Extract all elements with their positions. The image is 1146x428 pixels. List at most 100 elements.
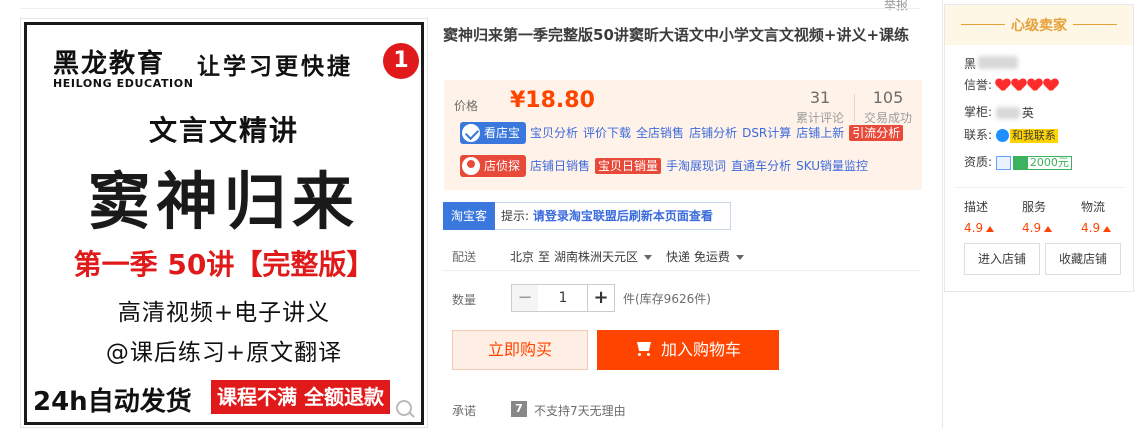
ship-method-select[interactable]: 快递 免运费 bbox=[666, 250, 754, 264]
zoom-icon[interactable] bbox=[396, 400, 412, 416]
tool-link[interactable]: 全店销售 bbox=[636, 126, 684, 140]
favorite-shop-button[interactable]: 收藏店铺 bbox=[1045, 243, 1121, 275]
ship-destination-select[interactable]: 湖南株洲天元区 bbox=[554, 250, 662, 264]
promise-text: 不支持7天无理由 bbox=[534, 404, 626, 418]
poster-delivery-note: 24h自动发货 bbox=[33, 387, 192, 417]
report-link[interactable]: 举报 bbox=[884, 0, 908, 13]
heart-icon bbox=[996, 79, 1010, 92]
stat-number: 31 bbox=[809, 88, 831, 107]
shipping-label: 配送 bbox=[452, 250, 477, 264]
add-to-cart-button[interactable]: 加入购物车 bbox=[597, 330, 779, 370]
product-page: 举报 黑龙教育 HEILONG EDUCATION 让学习更快捷 1 文言文精讲… bbox=[0, 0, 1146, 428]
score-description: 描述 4.9 bbox=[964, 198, 995, 235]
image-number-badge: 1 bbox=[383, 43, 419, 79]
poster-subtitle: 文言文精讲 bbox=[148, 114, 299, 147]
tool-link[interactable]: 宝贝分析 bbox=[530, 126, 578, 140]
keeper-row: 掌柜: 英 bbox=[964, 104, 1036, 120]
quantity-label: 数量 bbox=[452, 293, 477, 307]
keeper-name[interactable]: 英 bbox=[995, 106, 1036, 120]
blurred-keeper-name bbox=[995, 106, 1020, 119]
credit-row: 信誉: bbox=[964, 77, 1060, 93]
product-image[interactable]: 黑龙教育 HEILONG EDUCATION 让学习更快捷 1 文言文精讲 窦神… bbox=[24, 22, 424, 425]
stock-info: 件(库存9626件) bbox=[623, 292, 711, 306]
chevron-down-icon bbox=[644, 255, 653, 260]
chevron-down-icon bbox=[735, 255, 744, 260]
divider bbox=[955, 187, 1125, 188]
stat-divider bbox=[854, 94, 855, 122]
arrow-up-icon bbox=[986, 225, 995, 232]
quantity-input[interactable] bbox=[538, 284, 588, 312]
taobaoke-login-link[interactable]: 请登录淘宝联盟后刷新本页面查看 bbox=[533, 209, 713, 223]
brand-logo: 黑龙教育 HEILONG EDUCATION 让学习更快捷 1 bbox=[53, 43, 419, 95]
heart-icon bbox=[1028, 79, 1042, 92]
taobaoke-message: 提示: 请登录淘宝联盟后刷新本页面查看 bbox=[495, 202, 731, 230]
tool-link[interactable]: SKU销量监控 bbox=[796, 159, 868, 173]
blurred-shop-name bbox=[978, 56, 1018, 69]
daily-sales-link[interactable]: 宝贝日销量 bbox=[595, 158, 662, 174]
brand-slogan: 让学习更快捷 bbox=[197, 53, 353, 80]
diantan-badge[interactable]: 店侦探 bbox=[460, 155, 527, 177]
heart-icon bbox=[1044, 79, 1058, 92]
poster-refund-note: 课程不满 全额退款 bbox=[211, 380, 390, 414]
contact-row: 联系: 和我联系 bbox=[964, 127, 1058, 143]
buy-now-button[interactable]: 立即购买 bbox=[452, 330, 588, 370]
keeper-label: 掌柜: bbox=[964, 105, 993, 119]
qualification-row: 资质: 2000元 bbox=[964, 154, 1072, 170]
arrow-up-icon bbox=[1044, 225, 1053, 232]
price-value: ¥18.80 bbox=[510, 88, 595, 113]
taobaoke-badge[interactable]: 淘宝客 bbox=[443, 202, 495, 230]
ship-from: 北京 bbox=[510, 250, 535, 264]
tool-link[interactable]: 店铺上新 bbox=[796, 126, 844, 140]
heart-icon bbox=[1012, 79, 1026, 92]
kandianbao-badge[interactable]: 看店宝 bbox=[460, 122, 527, 144]
promise-label: 承诺 bbox=[452, 404, 477, 418]
ship-to-word: 至 bbox=[538, 250, 551, 264]
poster-feature-2: @课后练习+原文翻译 bbox=[105, 340, 343, 366]
shipping-info: 北京至湖南株洲天元区 快递 免运费 bbox=[510, 248, 758, 265]
enter-shop-button[interactable]: 进入店铺 bbox=[964, 243, 1040, 275]
tool-link[interactable]: 手淘展现词 bbox=[666, 159, 726, 173]
brand-name-cn: 黑龙教育 bbox=[53, 49, 166, 79]
seller-card: 心级卖家 黑 信誉: 掌柜: 英 联系: 和我联系 资质: 2000元 描述 4… bbox=[944, 4, 1134, 292]
brand-name-en: HEILONG EDUCATION bbox=[53, 77, 194, 90]
wangwang-icon bbox=[995, 129, 1009, 142]
poster-season: 第一季 50讲【完整版】 bbox=[73, 248, 375, 281]
price-label: 价格 bbox=[454, 99, 479, 113]
tool-link[interactable]: DSR计算 bbox=[742, 126, 791, 140]
no-7day-return-icon: 7 bbox=[511, 401, 527, 417]
column-divider bbox=[942, 0, 943, 428]
seller-card-header: 心级卖家 bbox=[945, 5, 1133, 45]
score-service: 服务 4.9 bbox=[1022, 198, 1053, 235]
product-title: 窦神归来第一季完整版50讲窦昕大语文中小学文言文视频+讲义+课练 bbox=[443, 26, 910, 44]
traffic-analysis-link[interactable]: 引流分析 bbox=[849, 125, 904, 141]
seller-level-title: 心级卖家 bbox=[1011, 18, 1067, 34]
qualification-label: 资质: bbox=[964, 155, 993, 169]
kandianbao-icon bbox=[462, 124, 480, 142]
tool-link[interactable]: 直通车分析 bbox=[731, 159, 791, 173]
credit-hearts[interactable] bbox=[996, 78, 1060, 92]
poster-feature-1: 高清视频+电子讲义 bbox=[117, 300, 331, 326]
contact-label: 联系: bbox=[964, 128, 993, 142]
cart-icon bbox=[635, 342, 653, 356]
arrow-up-icon bbox=[1103, 225, 1112, 232]
contact-seller-button[interactable]: 和我联系 bbox=[995, 128, 1058, 143]
price-panel: 价格 ¥18.80 31 累计评论 105 交易成功 看店宝 宝贝分析 评价下载 全店… bbox=[444, 80, 922, 190]
poster-title: 窦神归来 bbox=[87, 165, 360, 238]
taobaoke-prefix: 提示: bbox=[501, 209, 530, 223]
tool-link[interactable]: 评价下载 bbox=[583, 126, 631, 140]
certificate-icon[interactable] bbox=[995, 155, 1011, 170]
quantity-minus-button[interactable]: − bbox=[511, 284, 539, 312]
credit-label: 信誉: bbox=[964, 78, 993, 92]
shop-name[interactable]: 黑 bbox=[964, 55, 1020, 71]
tool-link[interactable]: 店铺日销售 bbox=[530, 159, 590, 173]
quantity-plus-button[interactable]: + bbox=[587, 284, 615, 312]
deposit-amount: 2000元 bbox=[1026, 155, 1072, 170]
tool-link[interactable]: 店铺分析 bbox=[689, 126, 737, 140]
divider bbox=[443, 270, 921, 271]
diantan-icon bbox=[462, 157, 480, 175]
diantan-toolbar: 店侦探 店铺日销售 宝贝日销量 手淘展现词 直通车分析 SKU销量监控 bbox=[460, 155, 873, 177]
deposit-icon[interactable] bbox=[1012, 155, 1027, 170]
stat-number: 105 bbox=[872, 88, 904, 107]
score-logistics: 物流 4.9 bbox=[1081, 198, 1112, 235]
review-count-stat[interactable]: 31 累计评论 bbox=[788, 88, 852, 126]
